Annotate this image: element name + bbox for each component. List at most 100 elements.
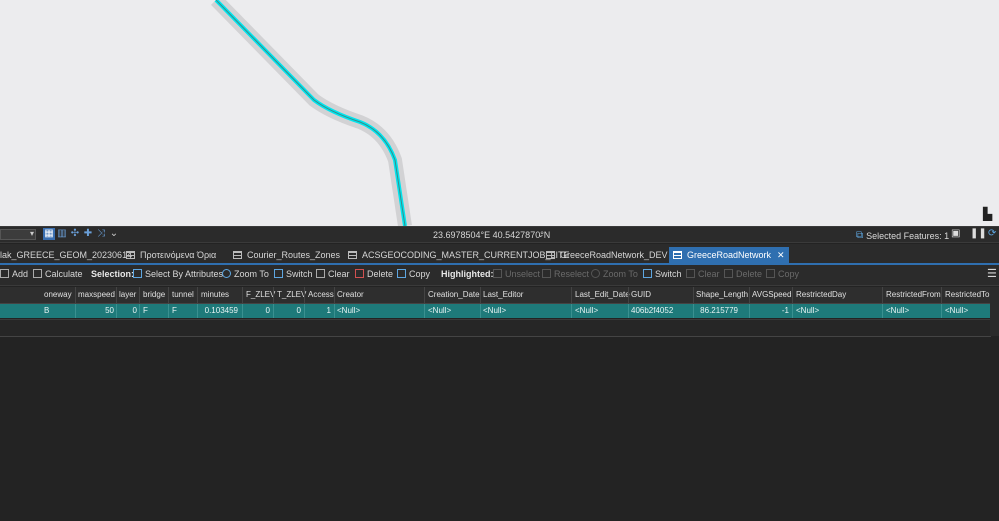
clear-button[interactable]: Clear <box>316 269 350 279</box>
coordinate-chevron-icon[interactable]: ⌄ <box>537 229 545 240</box>
column-header[interactable]: maxspeed <box>78 290 115 299</box>
column-divider[interactable] <box>273 287 274 303</box>
column-header[interactable]: Access <box>308 290 334 299</box>
table-cell[interactable]: 0 <box>266 306 270 315</box>
column-divider[interactable] <box>168 287 169 303</box>
table-grid-icon[interactable]: ▥ <box>56 228 68 240</box>
table-cell[interactable]: <Null> <box>796 306 819 315</box>
column-divider[interactable] <box>882 287 883 303</box>
highlighted-clear-button[interactable]: Clear <box>686 269 720 279</box>
map-navigator-icon[interactable]: ▙ <box>983 207 997 221</box>
column-header[interactable]: minutes <box>201 290 229 299</box>
column-divider[interactable] <box>424 287 425 303</box>
calculate-button[interactable]: Calculate <box>33 269 83 279</box>
column-divider[interactable] <box>480 287 481 303</box>
table-cell[interactable]: 406b2f4052 <box>631 306 673 315</box>
column-header[interactable]: F_ZLEV <box>246 290 275 299</box>
cell-divider <box>480 304 481 318</box>
table-cell[interactable]: 50 <box>105 306 114 315</box>
highlighted-copy-button[interactable]: Copy <box>766 269 799 279</box>
table-cell[interactable]: <Null> <box>575 306 598 315</box>
navigate-icon[interactable]: ⤨ <box>95 228 107 240</box>
column-header[interactable]: Last_Edit_Date <box>575 290 630 299</box>
column-header[interactable]: layer <box>119 290 136 299</box>
column-divider[interactable] <box>242 287 243 303</box>
highlighted-switch-button[interactable]: Switch <box>643 269 682 279</box>
table-cell[interactable]: <Null> <box>886 306 909 315</box>
table-cell[interactable]: -1 <box>782 306 789 315</box>
map-grid-icon[interactable]: ▦ <box>43 228 55 240</box>
column-header[interactable]: Creator <box>337 290 364 299</box>
menu-icon[interactable]: ☰ <box>987 267 997 280</box>
empty-row[interactable] <box>0 319 990 336</box>
column-header[interactable]: RestrictedTo <box>945 290 989 299</box>
column-divider[interactable] <box>116 287 117 303</box>
table-cell[interactable]: F <box>172 306 177 315</box>
column-divider[interactable] <box>571 287 572 303</box>
column-divider[interactable] <box>941 287 942 303</box>
switch-button[interactable]: Switch <box>274 269 313 279</box>
add-point-icon[interactable]: ✚ <box>82 228 94 240</box>
scale-dropdown[interactable]: ▾ <box>0 229 36 240</box>
map-canvas[interactable] <box>0 0 999 226</box>
column-divider[interactable] <box>304 287 305 303</box>
tab-courier-routes-zones[interactable]: Courier_Routes_Zones <box>233 247 340 263</box>
table-cell[interactable]: 1 <box>327 306 331 315</box>
column-header[interactable]: RestrictedFrom <box>886 290 941 299</box>
table-cell[interactable]: 0.103459 <box>205 306 238 315</box>
column-header[interactable]: tunnel <box>172 290 194 299</box>
column-divider[interactable] <box>197 287 198 303</box>
table-cell[interactable]: 0 <box>133 306 137 315</box>
table-scrollbar[interactable] <box>990 287 999 336</box>
pause-icon[interactable]: ❚❚ <box>970 228 987 239</box>
tab-proteinomena-oria[interactable]: Προτεινόμενα Όρια <box>126 247 216 263</box>
table-cell[interactable]: <Null> <box>483 306 506 315</box>
chevron-down-icon[interactable]: ⌄ <box>108 228 120 240</box>
unselect-button[interactable]: Unselect <box>493 269 540 279</box>
column-header[interactable]: Creation_Date <box>428 290 480 299</box>
column-header[interactable]: oneway <box>44 290 72 299</box>
tab-greeceroadnetwork[interactable]: GreeceRoadNetwork ✕ <box>669 247 789 263</box>
column-header[interactable]: Shape_Length <box>696 290 748 299</box>
column-divider[interactable] <box>693 287 694 303</box>
table-cell[interactable]: <Null> <box>428 306 451 315</box>
table-cell[interactable]: <Null> <box>337 306 360 315</box>
table-cell[interactable]: 86.215779 <box>700 306 738 315</box>
column-header[interactable]: bridge <box>143 290 165 299</box>
tab-greeceroadnetwork-dev[interactable]: GreeceRoadNetwork_DEV <box>546 247 668 263</box>
highlighted-zoom-to-button[interactable]: Zoom To <box>591 269 638 279</box>
zoom-to-button[interactable]: Zoom To <box>222 269 269 279</box>
table-row[interactable]: B 50 0 F F 0.103459 0 0 1 <Null> <Null> … <box>0 304 990 318</box>
copy-button[interactable]: Copy <box>397 269 430 279</box>
column-divider[interactable] <box>628 287 629 303</box>
close-icon[interactable]: ✕ <box>777 250 785 260</box>
delete-button[interactable]: Delete <box>355 269 393 279</box>
map-view[interactable]: ▙ <box>0 0 999 226</box>
column-header[interactable]: GUID <box>631 290 651 299</box>
selected-features[interactable]: ⧉ Selected Features: 1 <box>856 230 949 241</box>
tab-lak-greece-geom[interactable]: lak_GREECE_GEOM_20230614 <box>0 247 132 263</box>
delete-label: Delete <box>367 269 394 279</box>
column-divider[interactable] <box>75 287 76 303</box>
column-divider[interactable] <box>749 287 750 303</box>
highlighted-delete-button[interactable]: Delete <box>724 269 762 279</box>
column-divider[interactable] <box>334 287 335 303</box>
table-cell[interactable]: 0 <box>297 306 301 315</box>
delete-icon <box>355 269 364 278</box>
table-cell[interactable]: <Null> <box>945 306 968 315</box>
select-by-attributes-button[interactable]: Select By Attributes <box>133 269 223 279</box>
column-divider[interactable] <box>139 287 140 303</box>
refresh-icon[interactable]: ⟳ <box>988 228 996 239</box>
column-header[interactable]: AVGSpeed <box>752 290 791 299</box>
table-cell[interactable]: F <box>143 306 148 315</box>
reselect-button[interactable]: Reselect <box>542 269 589 279</box>
add-field-button[interactable]: Add <box>0 269 28 279</box>
column-header[interactable]: RestrictedDay <box>796 290 846 299</box>
table-view-icon[interactable]: ▣ <box>951 228 960 239</box>
table-cell[interactable]: B <box>44 306 49 315</box>
snapping-icon[interactable]: ✣ <box>69 228 81 240</box>
column-header[interactable]: Last_Editor <box>483 290 523 299</box>
tab-acsgeocoding-master[interactable]: ACSGEOCODING_MASTER_CURRENTJOB_LITE <box>348 247 570 263</box>
column-divider[interactable] <box>792 287 793 303</box>
column-header[interactable]: T_ZLEV <box>277 290 306 299</box>
